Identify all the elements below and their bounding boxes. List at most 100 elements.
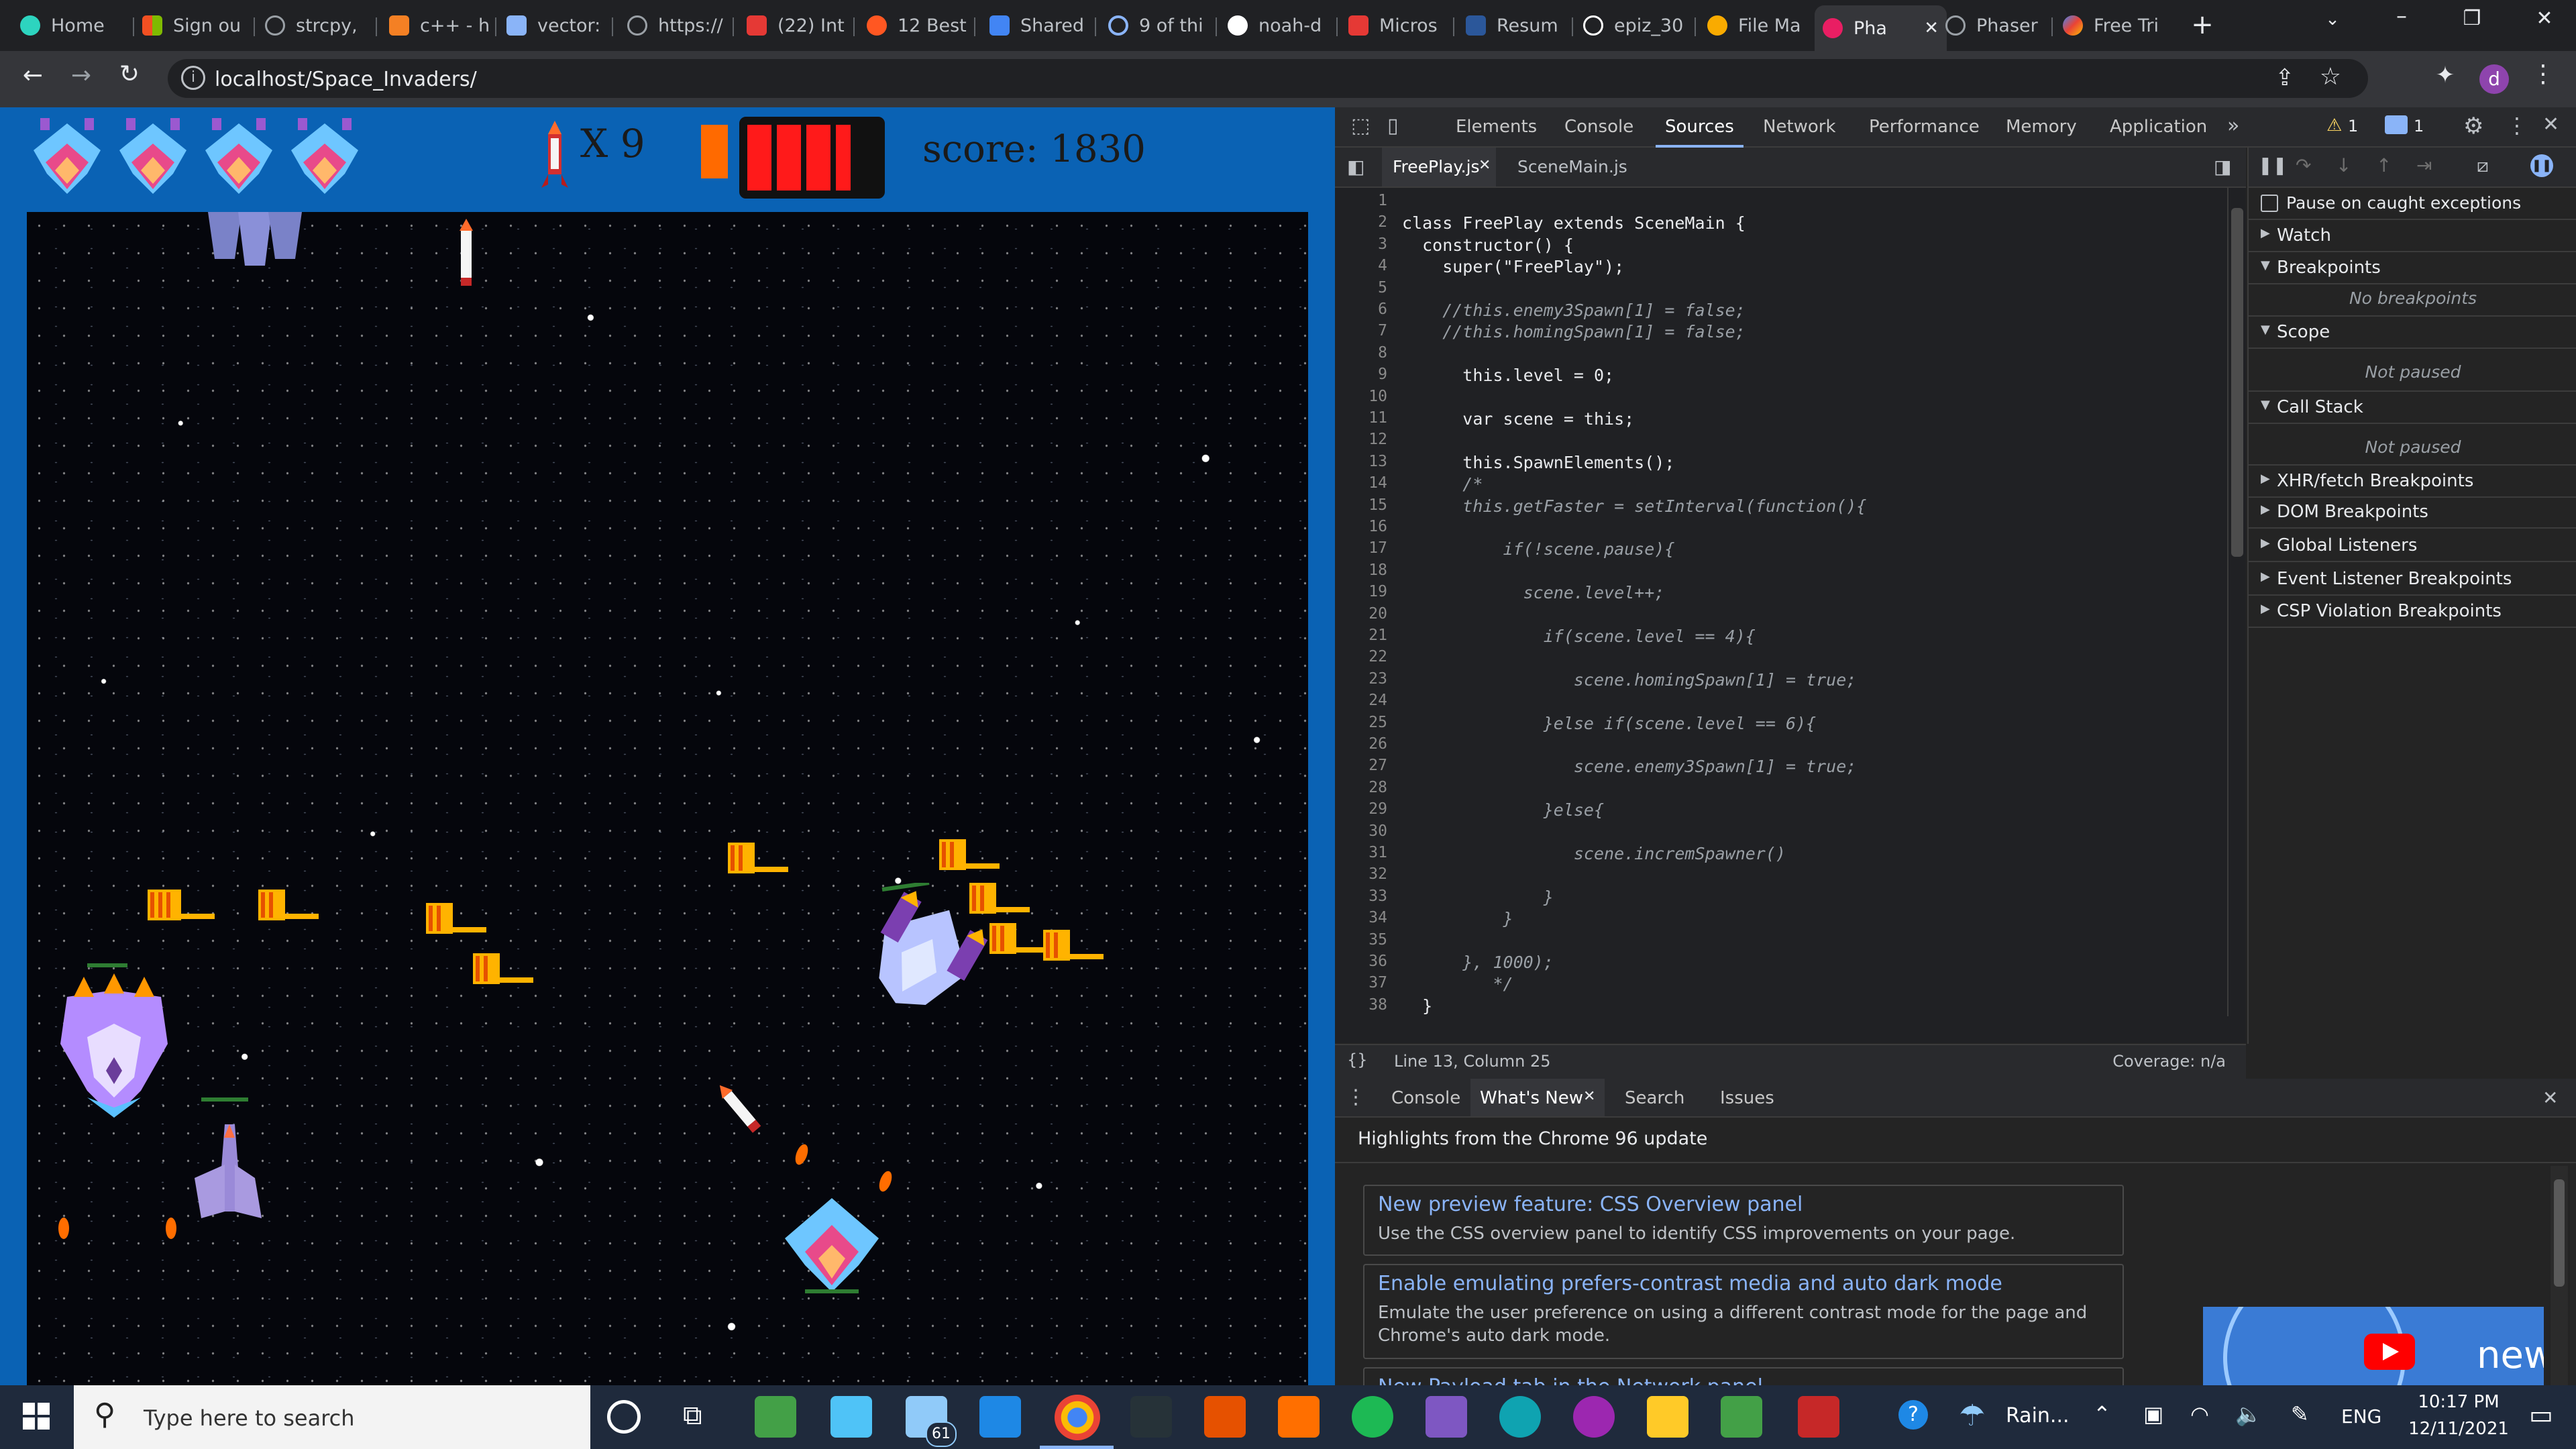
pause-on-exceptions-icon[interactable]: ❚❚ <box>2530 154 2553 177</box>
step-over-icon[interactable]: ↷ <box>2296 154 2311 176</box>
line-number[interactable]: 21 <box>1344 627 1387 644</box>
wifi-icon[interactable]: ◠ <box>2190 1401 2209 1427</box>
app-icon-app[interactable] <box>1278 1396 1320 1438</box>
warning-icon[interactable]: ⚠ <box>2326 115 2342 136</box>
camera-icon[interactable]: ▣ <box>2143 1401 2163 1427</box>
app-icon-office[interactable] <box>1204 1396 1246 1438</box>
app-icon-discord[interactable] <box>1573 1396 1615 1438</box>
feature-card-title[interactable]: Enable emulating prefers-contrast media … <box>1378 1272 2002 1295</box>
new-tab-icon[interactable]: + <box>2186 9 2219 40</box>
line-number[interactable]: 1 <box>1344 192 1387 209</box>
language-indicator[interactable]: ENG <box>2341 1405 2381 1428</box>
app-icon-chrome[interactable] <box>1055 1395 1100 1440</box>
line-number[interactable]: 16 <box>1344 518 1387 535</box>
code-editor[interactable]: 1 2 class FreePlay extends SceneMain {3 co… <box>1335 188 2246 1016</box>
line-number[interactable]: 10 <box>1344 388 1387 405</box>
browser-tab-active[interactable]: Pha ✕ <box>1815 5 1947 51</box>
close-drawer-icon[interactable]: ✕ <box>2542 1087 2558 1109</box>
toggle-navigator-icon[interactable]: ◧ <box>1347 156 1364 178</box>
line-number[interactable]: 5 <box>1344 279 1387 297</box>
line-number[interactable]: 9 <box>1344 366 1387 383</box>
app-icon-edge[interactable] <box>1499 1396 1541 1438</box>
volume-icon[interactable]: 🔈 <box>2235 1401 2262 1427</box>
drawer-tab-issues[interactable]: Issues <box>1720 1088 1774 1108</box>
step-out-icon[interactable]: ↑ <box>2376 154 2392 176</box>
code-line[interactable]: }else if(scene.level == 6){ <box>1402 714 1816 733</box>
section-global-listeners[interactable]: ▶ Global Listeners <box>2249 530 2576 562</box>
messages-icon[interactable] <box>2385 115 2408 134</box>
app-icon-sheets-2[interactable] <box>1721 1396 1762 1438</box>
video-thumbnail[interactable]: new <box>2203 1307 2544 1385</box>
step-icon[interactable]: ⇥ <box>2416 154 2432 176</box>
file-tab[interactable]: SceneMain.js <box>1517 157 1627 176</box>
line-number[interactable]: 18 <box>1344 561 1387 579</box>
youtube-play-icon[interactable] <box>2364 1334 2415 1370</box>
tab-elements[interactable]: Elements <box>1456 117 1537 137</box>
line-number[interactable]: 8 <box>1344 344 1387 362</box>
forward-icon[interactable]: → <box>64 62 98 89</box>
code-line[interactable]: }, 1000); <box>1402 953 1553 972</box>
line-number[interactable]: 25 <box>1344 714 1387 731</box>
close-file-icon[interactable]: ✕ <box>1479 157 1491 174</box>
start-windows-icon[interactable] <box>23 1403 50 1430</box>
scrollbar-thumb[interactable] <box>2554 1179 2565 1287</box>
restore-icon[interactable]: ❐ <box>2455 7 2489 30</box>
browser-tab[interactable]: Home <box>20 7 127 44</box>
cortana-icon[interactable] <box>607 1400 641 1434</box>
feature-card-title[interactable]: New preview feature: CSS Overview panel <box>1378 1193 1803 1216</box>
help-icon[interactable]: ? <box>1898 1400 1928 1430</box>
line-number[interactable]: 33 <box>1344 888 1387 905</box>
app-icon-file-explorer[interactable] <box>1647 1396 1688 1438</box>
pretty-print-icon[interactable]: {} <box>1347 1051 1368 1069</box>
code-line[interactable]: this.SpawnElements(); <box>1402 453 1674 472</box>
section-event-listener-breakpoints[interactable]: ▶ Event Listener Breakpoints <box>2249 564 2576 596</box>
code-line[interactable]: if(scene.level == 4){ <box>1402 627 1756 646</box>
browser-tab[interactable]: epiz_30 <box>1583 7 1690 44</box>
feature-card[interactable]: New preview feature: CSS Overview panel … <box>1363 1185 2124 1256</box>
browser-tab[interactable]: Sign ou <box>142 7 250 44</box>
close-devtools-icon[interactable]: ✕ <box>2542 113 2559 136</box>
browser-tab[interactable]: Resum <box>1466 7 1566 44</box>
url-text[interactable]: localhost/Space_Invaders/ <box>215 68 477 91</box>
line-number[interactable]: 23 <box>1344 670 1387 688</box>
pause-icon[interactable]: ❚❚ <box>2258 156 2288 176</box>
tab-performance[interactable]: Performance <box>1869 117 1980 137</box>
code-line[interactable]: //this.homingSpawn[1] = false; <box>1402 322 1746 341</box>
bookmark-star-icon[interactable]: ☆ <box>2320 63 2341 91</box>
minimize-icon[interactable]: – <box>2385 3 2418 28</box>
share-icon[interactable]: ⇪ <box>2275 64 2295 91</box>
browser-tab[interactable]: https:// <box>627 7 728 44</box>
code-line[interactable]: scene.level++; <box>1402 583 1665 602</box>
line-number[interactable]: 3 <box>1344 235 1387 253</box>
line-number[interactable]: 4 <box>1344 257 1387 274</box>
code-line[interactable]: if(!scene.pause){ <box>1402 539 1675 559</box>
browser-tab[interactable]: noah-d <box>1228 7 1328 44</box>
line-number[interactable]: 13 <box>1344 453 1387 470</box>
code-line[interactable]: this.level = 0; <box>1402 366 1614 385</box>
code-line[interactable]: } <box>1402 888 1554 907</box>
task-view-icon[interactable]: ⧉ <box>683 1400 702 1431</box>
code-line[interactable]: var scene = this; <box>1402 409 1634 429</box>
line-number[interactable]: 28 <box>1344 779 1387 796</box>
line-number[interactable]: 30 <box>1344 822 1387 840</box>
line-number[interactable]: 31 <box>1344 844 1387 861</box>
code-line[interactable]: this.getFaster = setInterval(function(){ <box>1402 496 1866 516</box>
code-line[interactable]: class FreePlay extends SceneMain { <box>1402 213 1746 233</box>
feature-card[interactable]: Enable emulating prefers-contrast media … <box>1363 1264 2124 1359</box>
code-line[interactable]: */ <box>1402 974 1513 994</box>
tab-application[interactable]: Application <box>2110 117 2207 137</box>
back-icon[interactable]: ← <box>16 62 50 89</box>
tab-network[interactable]: Network <box>1763 117 1836 137</box>
clock-date[interactable]: 12/11/2021 <box>2395 1419 2522 1439</box>
drawer-tab-search[interactable]: Search <box>1625 1088 1684 1108</box>
deactivate-breakpoints-icon[interactable]: ⧄ <box>2477 154 2489 177</box>
browser-tab[interactable]: vector: <box>506 7 607 44</box>
app-icon-mail[interactable]: 61 <box>906 1396 957 1447</box>
section-dom-breakpoints[interactable]: ▶ DOM Breakpoints <box>2249 496 2576 529</box>
app-icon-sheets[interactable] <box>755 1396 796 1438</box>
code-line[interactable]: constructor() { <box>1402 235 1574 255</box>
code-line[interactable]: super("FreePlay"); <box>1402 257 1624 276</box>
line-number[interactable]: 15 <box>1344 496 1387 514</box>
browser-tab[interactable]: Micros <box>1348 7 1449 44</box>
notifications-icon[interactable]: ▭ <box>2529 1400 2553 1430</box>
